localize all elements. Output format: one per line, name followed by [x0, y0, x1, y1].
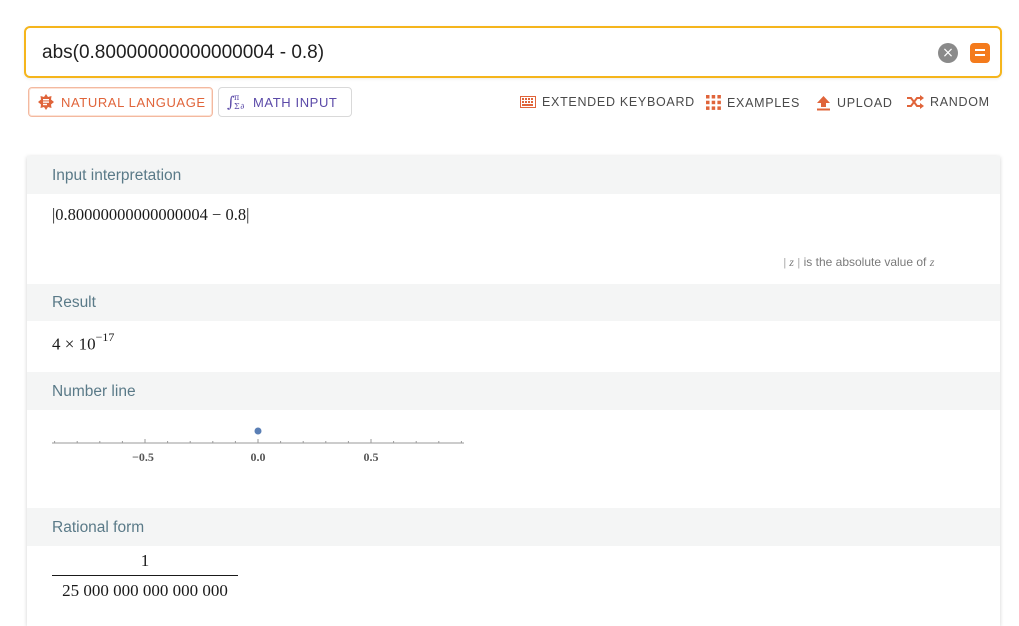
examples-grid-icon — [706, 95, 721, 110]
rational-denominator: 25 000 000 000 000 000 — [62, 581, 228, 600]
tick-label: 0.5 — [364, 450, 379, 464]
upload-label: UPLOAD — [837, 96, 893, 110]
pod-header-rational-form: Rational form — [27, 508, 1000, 546]
math-input-label: MATH INPUT — [253, 94, 338, 110]
results-card: Input interpretation |0.8000000000000000… — [27, 156, 1000, 626]
pod-title: Number line — [52, 383, 136, 400]
result-value: 4 × 10−17 — [52, 330, 115, 355]
tick-label: 0.0 — [251, 450, 266, 464]
svg-text:π: π — [234, 93, 240, 102]
svg-text:Σ∂: Σ∂ — [234, 102, 245, 111]
search-bar[interactable]: abs(0.80000000000000004 - 0.8) × — [24, 26, 1002, 78]
note-variable: z — [929, 255, 935, 269]
input-expression: |0.80000000000000004 − 0.8| — [52, 205, 250, 224]
absolute-value-note: | z | is the absolute value of z — [783, 255, 934, 270]
natural-language-label: NATURAL LANGUAGE — [61, 94, 206, 110]
compute-button[interactable] — [970, 43, 990, 63]
math-input-button[interactable]: ∫ π Σ∂ MATH INPUT — [218, 87, 352, 117]
random-button[interactable]: RANDOM — [906, 95, 990, 109]
fraction-bar — [52, 575, 238, 576]
upload-icon — [816, 95, 831, 111]
extended-keyboard-label: EXTENDED KEYBOARD — [542, 95, 695, 109]
pod-header-input-interpretation: Input interpretation — [27, 156, 1000, 194]
examples-button[interactable]: EXAMPLES — [706, 95, 800, 110]
examples-label: EXAMPLES — [727, 95, 800, 110]
pod-header-number-line: Number line — [27, 372, 1000, 410]
minor-ticks — [54, 439, 462, 443]
upload-button[interactable]: UPLOAD — [816, 95, 893, 111]
natural-language-icon — [37, 93, 55, 111]
random-label: RANDOM — [930, 95, 990, 109]
result-exponent: −17 — [95, 330, 115, 344]
extended-keyboard-button[interactable]: EXTENDED KEYBOARD — [520, 95, 695, 109]
note-text: is the absolute value of — [803, 255, 927, 269]
keyboard-icon — [520, 96, 536, 108]
natural-language-button[interactable]: NATURAL LANGUAGE — [28, 87, 213, 117]
math-input-icon: ∫ π Σ∂ — [227, 92, 247, 112]
result-mantissa: 4 × 10 — [52, 334, 96, 354]
number-line-plot: −0.5 0.0 0.5 — [52, 427, 464, 464]
rational-numerator: 1 — [140, 551, 150, 570]
search-input[interactable]: abs(0.80000000000000004 - 0.8) — [42, 42, 324, 64]
tick-label: −0.5 — [132, 450, 154, 464]
pod-title: Rational form — [52, 519, 145, 536]
number-line-point — [254, 427, 262, 435]
pod-header-result: Result — [27, 284, 1000, 321]
pod-title: Input interpretation — [52, 167, 182, 184]
note-symbol: | z | — [783, 255, 801, 269]
shuffle-icon — [906, 95, 924, 109]
clear-icon[interactable]: × — [938, 43, 958, 63]
pod-title: Result — [52, 294, 96, 311]
